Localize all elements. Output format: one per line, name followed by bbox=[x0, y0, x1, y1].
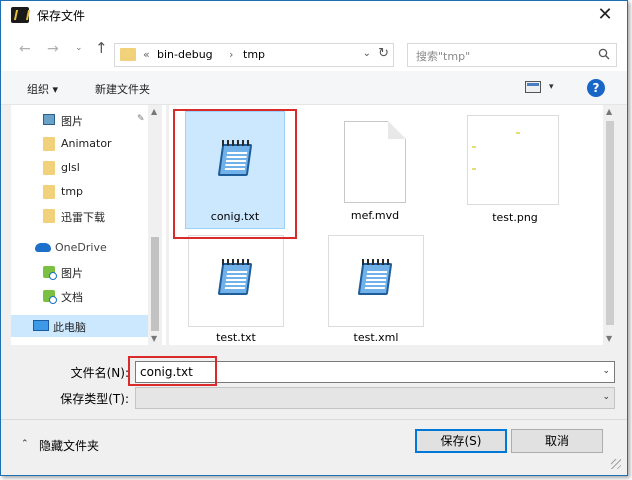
sidebar-item-label: glsl bbox=[61, 161, 80, 174]
save-button[interactable]: 保存(S) bbox=[415, 429, 507, 453]
folder-icon bbox=[43, 185, 55, 199]
image-thumbnail-icon bbox=[467, 115, 559, 205]
change-view-icon[interactable] bbox=[525, 81, 541, 93]
sidebar-item-label: 图片 bbox=[61, 115, 83, 128]
address-history-chevron-icon[interactable]: ⌄ bbox=[363, 48, 371, 59]
window-title: 保存文件 bbox=[37, 9, 86, 23]
sidebar-item-label: 文档 bbox=[61, 291, 83, 304]
scrollbar-thumb[interactable] bbox=[151, 237, 159, 331]
onedrive-icon bbox=[35, 243, 51, 252]
sidebar-item-xunlei-downloads[interactable]: 迅雷下载 bbox=[11, 205, 151, 227]
onedrive-documents-icon bbox=[43, 290, 57, 304]
sidebar-item-label: Animator bbox=[61, 137, 112, 150]
folder-icon bbox=[43, 209, 55, 223]
chevron-up-icon: ⌃ bbox=[21, 439, 29, 449]
filetype-select[interactable]: ⌄ bbox=[135, 387, 615, 409]
new-folder-button[interactable]: 新建文件夹 bbox=[95, 81, 150, 97]
breadcrumb-bin-debug[interactable]: bin-debug bbox=[157, 48, 213, 61]
navigation-pane-scrollbar[interactable]: ▲ ▼ bbox=[148, 105, 162, 345]
refresh-icon[interactable]: ↻ bbox=[378, 46, 389, 61]
pictures-icon bbox=[43, 114, 55, 125]
navigation-bar: ← → ⌄ ↑ « bin-debug › tmp ⌄ ↻ 搜索"tmp" bbox=[1, 29, 627, 71]
file-item-test-xml[interactable]: test.xml bbox=[327, 233, 425, 344]
close-button[interactable]: ✕ bbox=[593, 4, 617, 26]
scroll-down-arrow-icon[interactable]: ▼ bbox=[151, 334, 157, 343]
scroll-up-arrow-icon[interactable]: ▲ bbox=[606, 107, 612, 116]
forward-arrow-icon[interactable]: → bbox=[47, 41, 59, 57]
highlight-filename bbox=[128, 356, 217, 386]
view-options-chevron-icon[interactable]: ▾ bbox=[549, 82, 554, 92]
hide-folders-label: 隐藏文件夹 bbox=[39, 439, 100, 453]
address-bar[interactable]: « bin-debug › tmp ⌄ ↻ bbox=[114, 43, 394, 67]
sidebar-item-onedrive[interactable]: OneDrive bbox=[11, 237, 151, 259]
blank-file-icon bbox=[344, 121, 406, 203]
up-arrow-icon[interactable]: ↑ bbox=[95, 39, 108, 57]
sidebar-item-glsl[interactable]: glsl bbox=[11, 157, 151, 179]
sidebar-item-label: 迅雷下载 bbox=[61, 211, 105, 224]
breadcrumb-tmp[interactable]: tmp bbox=[243, 48, 265, 61]
scroll-down-arrow-icon[interactable]: ▼ bbox=[606, 334, 612, 343]
filetype-chevron-icon[interactable]: ⌄ bbox=[602, 392, 610, 402]
file-item-test-txt[interactable]: test.txt bbox=[187, 233, 285, 344]
sidebar-item-tmp[interactable]: tmp bbox=[11, 181, 151, 203]
highlight-selected-file bbox=[173, 109, 297, 239]
title-bar: 保存文件 ✕ bbox=[1, 1, 627, 29]
file-name: test.txt bbox=[216, 331, 256, 344]
search-placeholder: 搜索"tmp" bbox=[416, 50, 471, 63]
save-file-dialog: 保存文件 ✕ ← → ⌄ ↑ « bin-debug › tmp ⌄ ↻ 搜索"… bbox=[0, 0, 628, 476]
help-icon[interactable]: ? bbox=[587, 79, 605, 97]
file-name: test.png bbox=[492, 211, 538, 224]
recent-locations-chevron-icon[interactable]: ⌄ bbox=[75, 43, 83, 53]
breadcrumb-separator[interactable]: › bbox=[229, 48, 233, 61]
cancel-button[interactable]: 取消 bbox=[511, 429, 603, 453]
scrollbar-thumb[interactable] bbox=[606, 121, 614, 325]
file-name: mef.mvd bbox=[350, 209, 400, 222]
pin-icon[interactable]: ✎ bbox=[137, 114, 145, 124]
folder-icon bbox=[43, 137, 55, 151]
filename-label: 文件名(N): bbox=[70, 366, 129, 380]
sidebar-item-label: tmp bbox=[61, 185, 84, 198]
file-item-test-png[interactable]: test.png bbox=[465, 111, 565, 229]
sidebar-item-label: 图片 bbox=[61, 267, 83, 280]
sidebar-item-animator[interactable]: Animator bbox=[11, 133, 151, 155]
sidebar-item-this-pc[interactable]: 此电脑 bbox=[11, 315, 151, 337]
search-icon bbox=[598, 48, 610, 60]
sidebar-item-label: 此电脑 bbox=[53, 321, 86, 334]
sidebar-item-pictures[interactable]: 图片 ✎ bbox=[11, 109, 151, 131]
sidebar-item-label: OneDrive bbox=[55, 241, 107, 254]
search-input[interactable]: 搜索"tmp" bbox=[407, 43, 617, 67]
folder-icon bbox=[43, 161, 55, 175]
scroll-up-arrow-icon[interactable]: ▲ bbox=[151, 107, 157, 116]
command-toolbar: 组织 ▾ 新建文件夹 ▾ ? bbox=[1, 71, 627, 105]
back-arrow-icon[interactable]: ← bbox=[19, 41, 31, 57]
filename-history-chevron-icon[interactable]: ⌄ bbox=[602, 366, 610, 376]
folder-icon bbox=[120, 48, 136, 61]
breadcrumb-overflow[interactable]: « bbox=[143, 48, 150, 61]
file-name: test.xml bbox=[353, 331, 399, 344]
organize-menu-button[interactable]: 组织 ▾ bbox=[27, 81, 58, 97]
sidebar-item-onedrive-pictures[interactable]: 图片 bbox=[11, 261, 151, 283]
sidebar-item-onedrive-documents[interactable]: 文档 bbox=[11, 285, 151, 307]
notepad-file-icon bbox=[356, 259, 394, 297]
footer-divider bbox=[1, 419, 627, 420]
this-pc-icon bbox=[33, 320, 49, 331]
navigation-pane: 图片 ✎ Animator glsl tmp 迅雷下载 OneDrive 图片 bbox=[11, 105, 166, 345]
filetype-label: 保存类型(T): bbox=[60, 392, 129, 406]
app-icon bbox=[11, 7, 29, 23]
onedrive-pictures-icon bbox=[43, 266, 57, 280]
resize-grip-icon[interactable] bbox=[611, 459, 621, 469]
notepad-file-icon bbox=[216, 259, 254, 297]
file-list-scrollbar[interactable]: ▲ ▼ bbox=[603, 105, 617, 345]
